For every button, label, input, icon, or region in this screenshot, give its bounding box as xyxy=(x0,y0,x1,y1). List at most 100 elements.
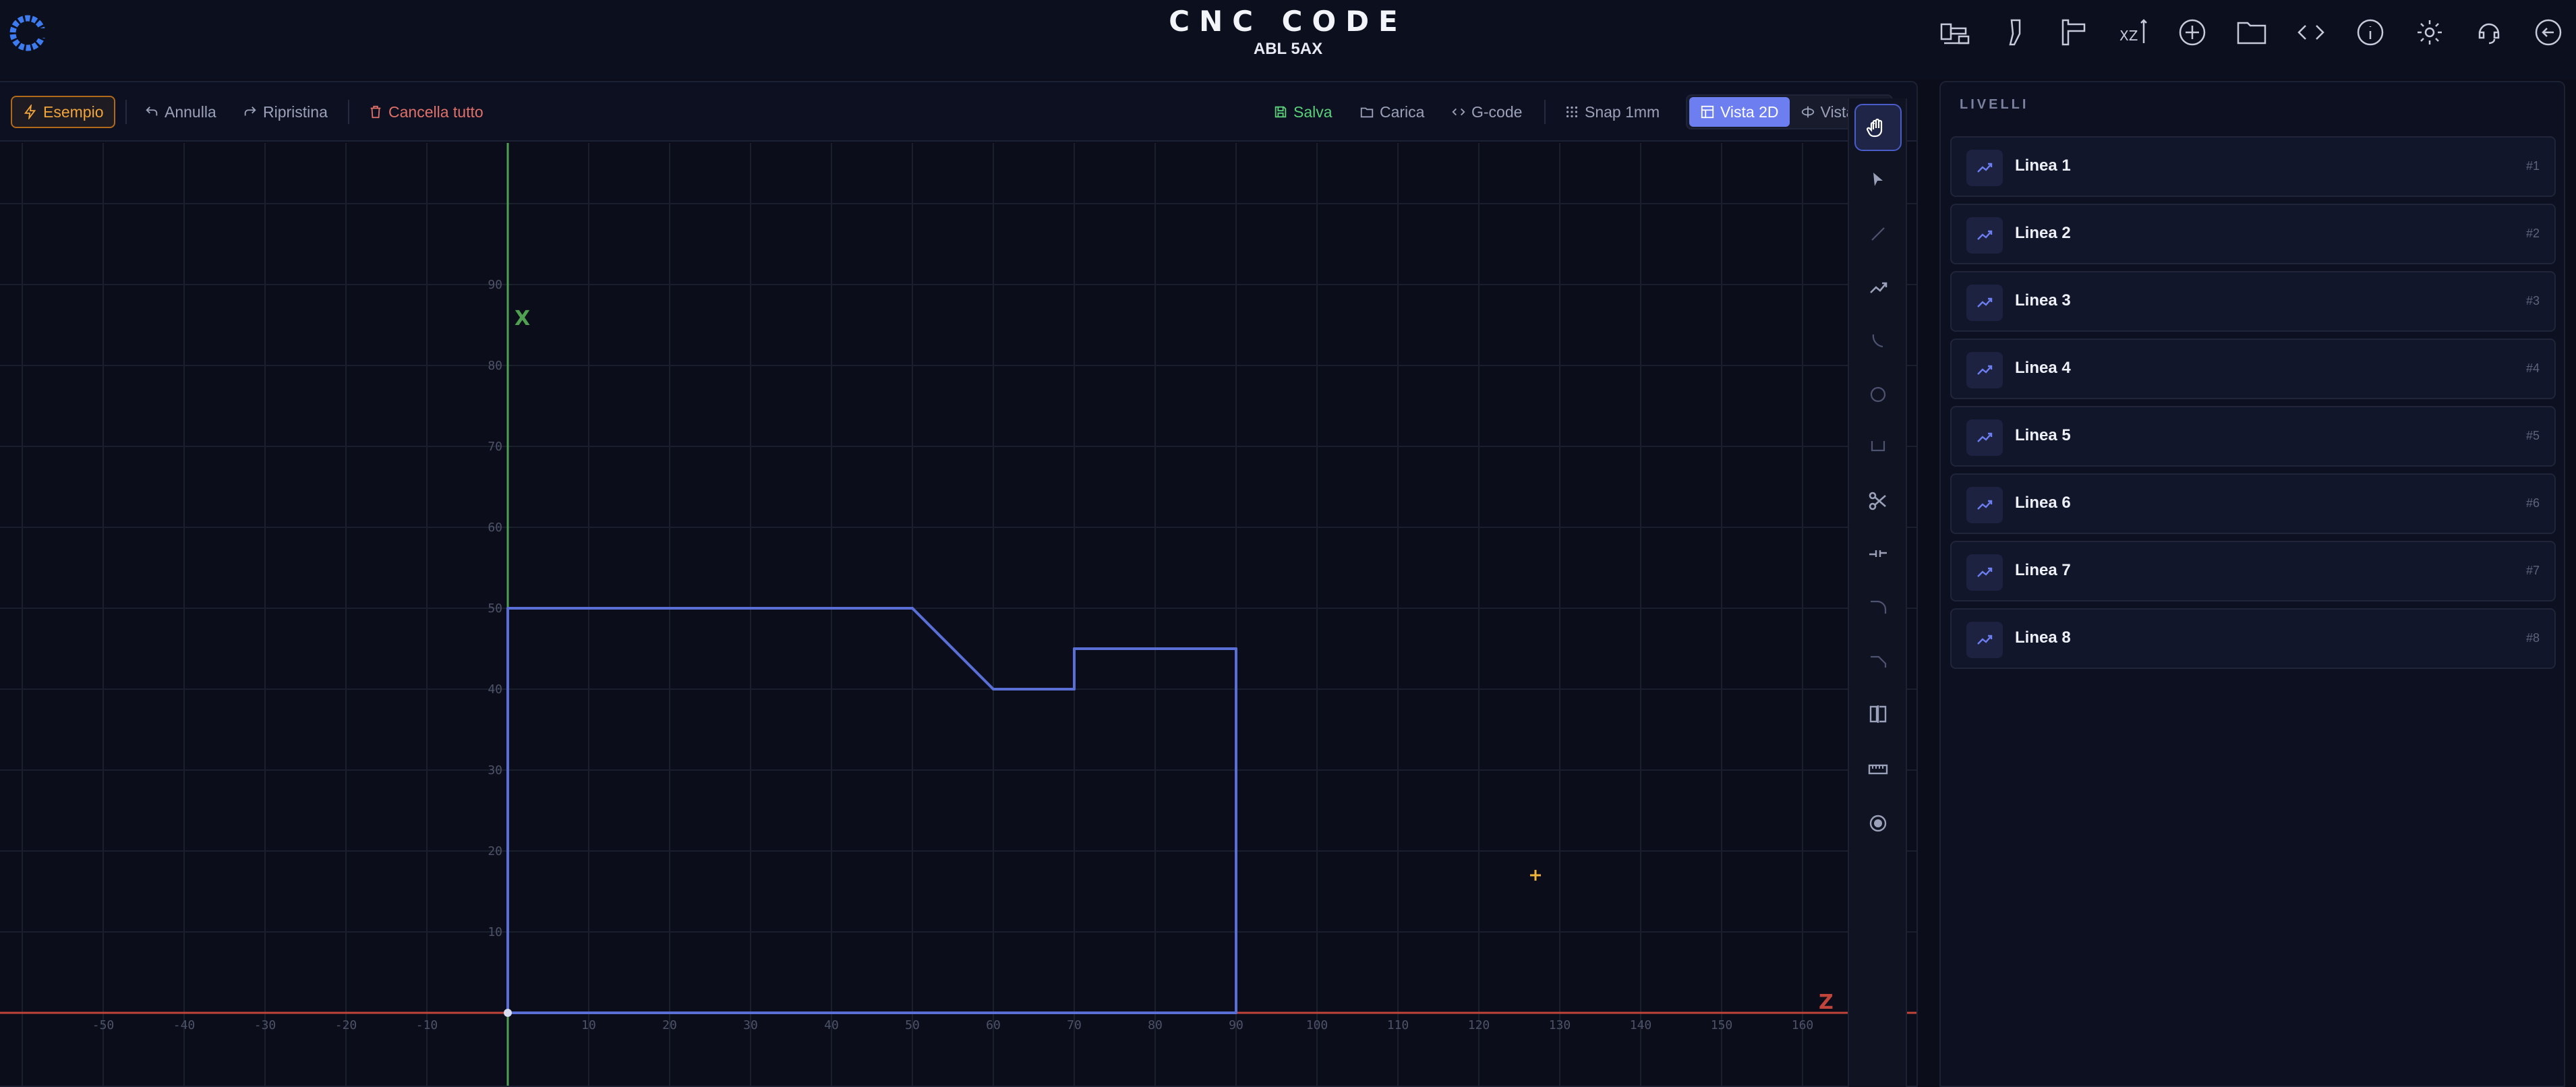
z-tick-label: 70 xyxy=(1067,1018,1082,1032)
x-axis-label: X xyxy=(515,307,530,330)
tool-button-chamfer[interactable] xyxy=(1854,638,1902,685)
polyline-icon xyxy=(1966,285,2003,321)
cube-3d-icon xyxy=(1801,106,1814,118)
tool-button-groove[interactable] xyxy=(1854,422,1902,469)
exit-icon[interactable] xyxy=(2530,14,2567,51)
layer-number: #6 xyxy=(2525,496,2540,510)
tool-button-arc[interactable] xyxy=(1854,317,1902,364)
esempio-button[interactable]: Esempio xyxy=(11,96,116,128)
tool-button-polyline[interactable] xyxy=(1854,264,1902,312)
plot-svg[interactable]: -50 -40 -30 -20 -10 10 20 30 40 50 60 70 80 90 100 110 1… xyxy=(0,143,1916,1087)
profile-segment[interactable] xyxy=(911,607,995,691)
gcode-button[interactable]: G-code xyxy=(1451,96,1522,128)
layout-2d-icon xyxy=(1701,105,1714,119)
z-tick-label: 90 xyxy=(1229,1018,1243,1032)
z-tick-label: -20 xyxy=(335,1018,357,1032)
folder-icon[interactable] xyxy=(2233,14,2270,51)
info-icon[interactable] xyxy=(2352,14,2389,51)
app-title: CNC CODE xyxy=(1169,5,1407,38)
code-icon[interactable] xyxy=(2293,14,2329,51)
drawing-canvas[interactable]: -50 -40 -30 -20 -10 10 20 30 40 50 60 70 80 90 100 110 1… xyxy=(0,143,1916,1087)
z-tick-label: -40 xyxy=(173,1018,196,1032)
layer-number: #8 xyxy=(2525,631,2540,645)
layer-item[interactable]: Linea 1 #1 xyxy=(1950,136,2556,197)
svg-text:XZ: XZ xyxy=(2119,28,2138,44)
carica-button[interactable]: Carica xyxy=(1359,96,1424,128)
layer-item[interactable]: Linea 4 #4 xyxy=(1950,339,2556,399)
canvas-panel: Esempio Annulla Ripristina Cancella tutt… xyxy=(0,81,1918,1087)
tool-button-pan-hand[interactable] xyxy=(1854,104,1902,151)
support-icon[interactable] xyxy=(2471,14,2507,51)
layer-item[interactable]: Linea 7 #7 xyxy=(1950,541,2556,601)
z-axis-label: Z xyxy=(1819,991,1834,1014)
x-tick-label: 90 xyxy=(488,278,502,292)
polyline-icon xyxy=(1966,554,2003,591)
salva-button[interactable]: Salva xyxy=(1273,96,1333,128)
x-tick-label: 60 xyxy=(488,521,502,535)
z-tick-label: -30 xyxy=(254,1018,276,1032)
polyline-icon xyxy=(1966,419,2003,456)
tool-button-scissors[interactable] xyxy=(1854,477,1902,525)
select-pointer-icon xyxy=(1873,173,1883,186)
z-tick-label: 40 xyxy=(824,1018,839,1032)
layer-number: #1 xyxy=(2525,159,2540,173)
folder-open-icon xyxy=(1360,107,1374,118)
layer-name: Linea 7 xyxy=(2015,561,2071,579)
layer-number: #7 xyxy=(2525,564,2540,577)
toolbar-divider xyxy=(348,100,349,124)
settings-icon[interactable] xyxy=(2411,14,2448,51)
z-tick-label: 20 xyxy=(662,1018,677,1032)
undo-icon xyxy=(146,107,158,116)
x-tick-label: 40 xyxy=(488,682,502,697)
scissors-icon xyxy=(1869,492,1886,510)
x-tick-label: 70 xyxy=(488,440,502,454)
tool-button-ruler[interactable] xyxy=(1854,746,1902,793)
fixture-icon[interactable] xyxy=(2055,14,2092,51)
tool-button-select-pointer[interactable] xyxy=(1854,156,1902,204)
polyline-icon xyxy=(1966,487,2003,523)
z-tick-label: -10 xyxy=(416,1018,438,1032)
grid-dots-icon xyxy=(1566,106,1578,118)
snap-button[interactable]: Snap 1mm xyxy=(1564,96,1660,128)
x-tick-label: 50 xyxy=(488,601,502,616)
tool-button-fillet[interactable] xyxy=(1854,584,1902,631)
tool-icon[interactable] xyxy=(1996,14,2032,51)
axes-xz-icon[interactable]: XZ xyxy=(2115,14,2151,51)
layer-number: #4 xyxy=(2525,361,2540,375)
layers-panel-title: LIVELLI xyxy=(1960,97,2029,112)
layer-name: Linea 2 xyxy=(2015,224,2071,242)
lathe-icon[interactable] xyxy=(1937,14,1973,51)
tool-button-break[interactable] xyxy=(1854,530,1902,577)
x-tick-label: 80 xyxy=(488,359,502,373)
cancella-label: Cancella tutto xyxy=(388,102,484,121)
fillet-icon xyxy=(1871,600,1887,614)
annulla-label: Annulla xyxy=(165,102,216,121)
layer-item[interactable]: Linea 6 #6 xyxy=(1950,473,2556,534)
layer-item[interactable]: Linea 8 #8 xyxy=(1950,608,2556,669)
annulla-button[interactable]: Annulla xyxy=(144,96,216,128)
z-tick-label: 130 xyxy=(1549,1018,1571,1032)
ripristina-button[interactable]: Ripristina xyxy=(243,96,328,128)
z-tick-label: 50 xyxy=(905,1018,920,1032)
tool-button-line[interactable] xyxy=(1854,210,1902,258)
z-tick-label: 100 xyxy=(1306,1018,1328,1032)
arc-icon xyxy=(1872,334,1883,348)
layer-item[interactable]: Linea 2 #2 xyxy=(1950,204,2556,264)
toolbar-divider xyxy=(125,100,127,124)
origin-point xyxy=(504,1009,512,1017)
gcode-label: G-code xyxy=(1471,102,1523,121)
z-tick-label: 120 xyxy=(1468,1018,1490,1032)
polyline-icon xyxy=(1966,352,2003,388)
tool-button-circle[interactable] xyxy=(1854,371,1902,418)
toolbar-divider xyxy=(1544,100,1546,124)
vista-2d-tab[interactable]: Vista 2D xyxy=(1689,97,1790,127)
layer-name: Linea 8 xyxy=(2015,628,2071,647)
tool-button-mirror[interactable] xyxy=(1854,691,1902,738)
cancella-tutto-button[interactable]: Cancella tutto xyxy=(368,96,484,128)
layer-item[interactable]: Linea 3 #3 xyxy=(1950,271,2556,332)
layer-item[interactable]: Linea 5 #5 xyxy=(1950,406,2556,467)
groove-icon xyxy=(1871,441,1885,452)
pan-hand-icon xyxy=(1867,118,1883,138)
tool-button-target[interactable] xyxy=(1854,800,1902,847)
add-circle-icon[interactable] xyxy=(2174,14,2211,51)
